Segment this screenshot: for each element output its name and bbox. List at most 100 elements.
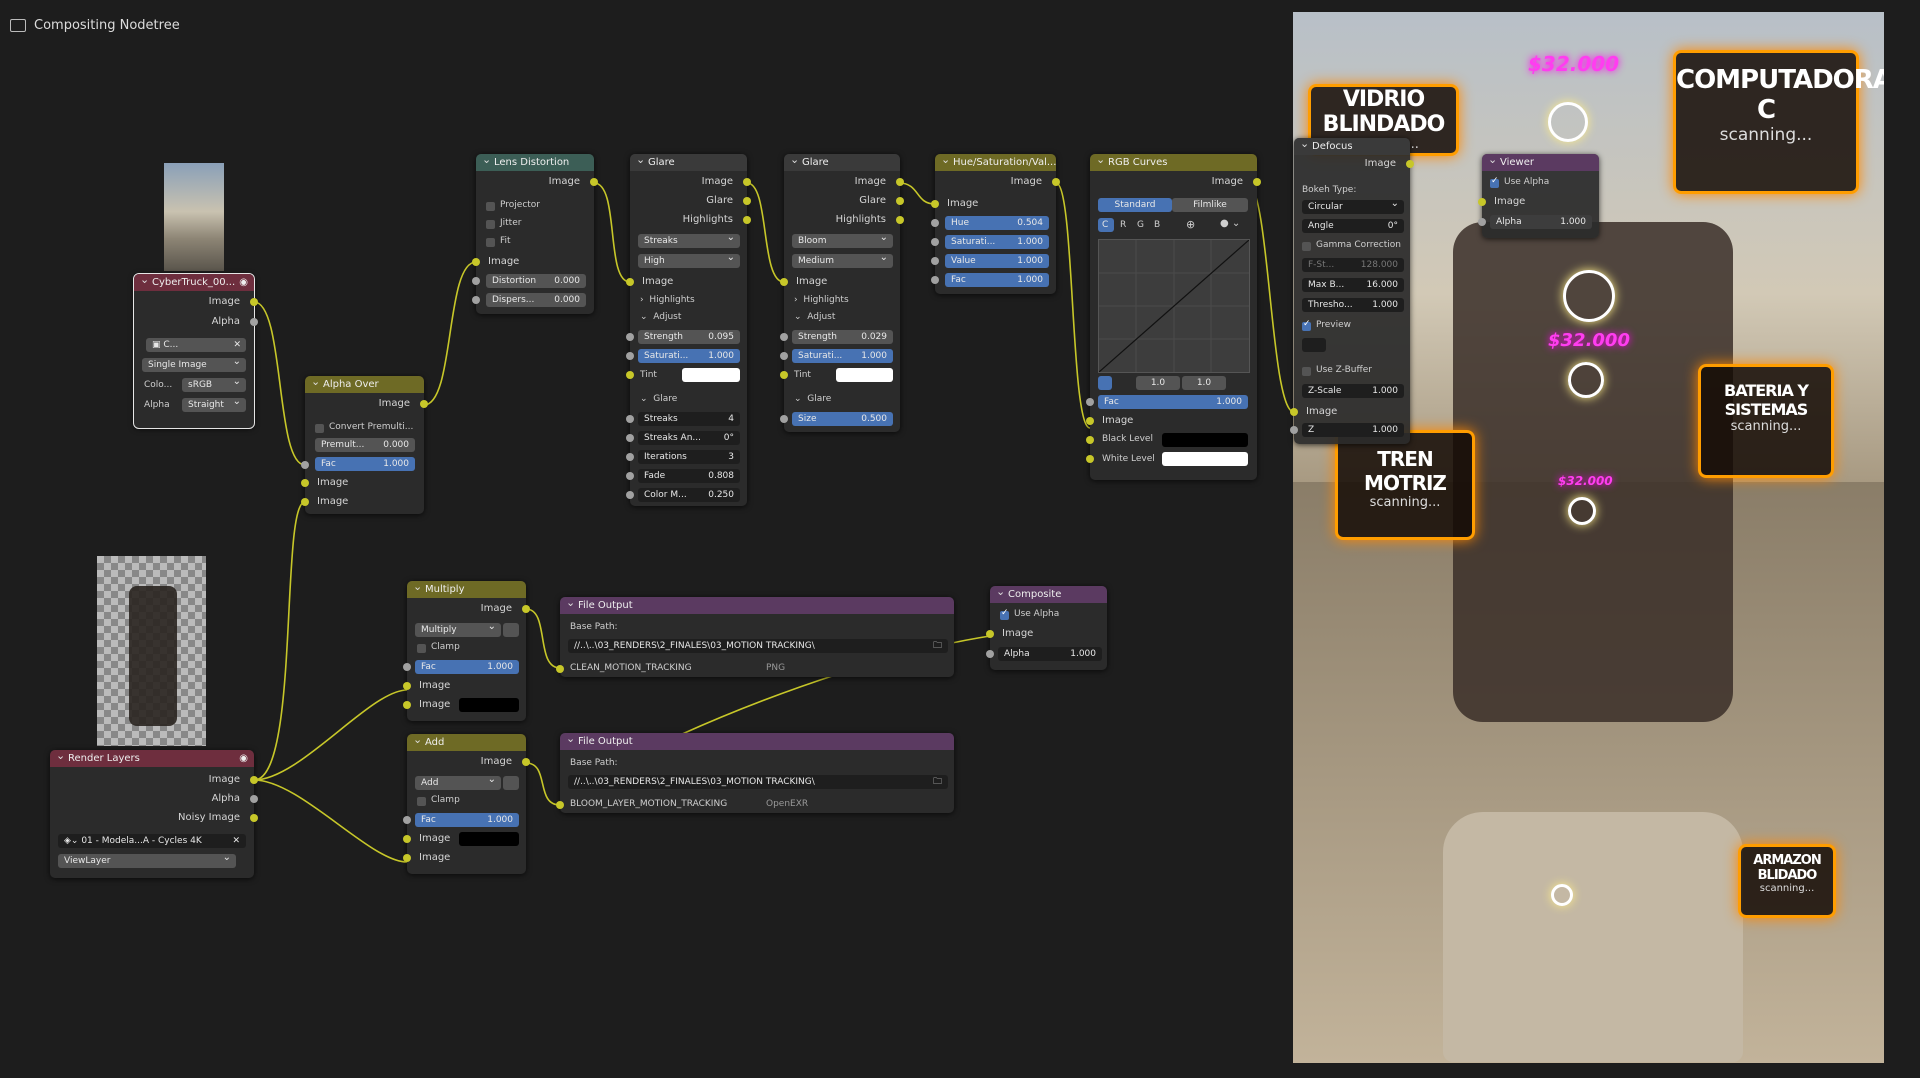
y-field[interactable]: 1.0 (1182, 376, 1226, 390)
node-render-layers[interactable]: Render Layers ◉ Image Alpha Noisy Image ◈… (50, 747, 258, 878)
output-socket[interactable] (250, 814, 258, 822)
output-socket[interactable] (590, 178, 598, 186)
source-dropdown[interactable]: Single Image (142, 355, 246, 372)
input-socket[interactable] (301, 461, 309, 469)
input-socket[interactable] (626, 371, 634, 379)
tab-standard[interactable]: Standard (1098, 198, 1172, 212)
node-glare-bloom[interactable]: Glare Image Glare Highlights Bloom Mediu… (780, 151, 904, 432)
input-socket[interactable] (780, 415, 788, 423)
strength-field[interactable]: Strength 0.029 (792, 330, 893, 344)
angle-field[interactable]: Angle 0° (1302, 219, 1404, 233)
clamp-checkbox[interactable] (417, 797, 426, 806)
eye-icon[interactable]: ◉ (239, 750, 248, 767)
input-socket[interactable] (986, 630, 994, 638)
node-file-output-clean[interactable]: File Output Base Path: //..\..\03_RENDER… (556, 594, 954, 677)
white-level-color[interactable] (1162, 452, 1248, 466)
output-socket[interactable] (250, 795, 258, 803)
input-socket[interactable] (1086, 417, 1094, 425)
base-path-field[interactable]: //..\..\03_RENDERS\2_FINALES\03_MOTION T… (568, 639, 948, 653)
output-socket[interactable] (1052, 178, 1060, 186)
output-socket[interactable] (896, 216, 904, 224)
image-color[interactable] (459, 698, 519, 712)
input-socket[interactable] (626, 472, 634, 480)
alpha-toggle-icon[interactable] (503, 776, 519, 790)
node-add[interactable]: Add Image Add Clamp Fac1.000 Image Image (403, 731, 530, 874)
output-socket[interactable] (250, 298, 258, 306)
output-socket[interactable] (522, 758, 530, 766)
quality-dropdown[interactable]: Medium (792, 251, 893, 268)
alpha-field[interactable]: Alpha 1.000 (1490, 215, 1592, 229)
curve-tools-icon[interactable]: ● ⌄ (1220, 218, 1240, 229)
value-field[interactable]: Value 1.000 (945, 254, 1049, 268)
input-socket[interactable] (931, 200, 939, 208)
base-path-field[interactable]: //..\..\03_RENDERS\2_FINALES\03_MOTION T… (568, 775, 948, 789)
fstop-field[interactable]: F-St... 128.000 (1302, 258, 1404, 272)
threshold-field[interactable]: Thresho... 1.000 (1302, 298, 1404, 312)
output-socket[interactable] (250, 776, 258, 784)
clamp-checkbox[interactable] (417, 644, 426, 653)
input-socket[interactable] (403, 835, 411, 843)
fac-field[interactable]: Fac 1.000 (945, 273, 1049, 287)
output-socket[interactable] (522, 605, 530, 613)
node-file-output-bloom[interactable]: File Output Base Path: //..\..\03_RENDER… (556, 730, 954, 813)
input-socket[interactable] (626, 352, 634, 360)
output-socket[interactable] (743, 216, 751, 224)
jitter-checkbox[interactable] (486, 220, 495, 229)
curve-graph[interactable] (1098, 239, 1250, 373)
image-datablock[interactable]: ▣ C... ✕ (146, 338, 246, 352)
node-rgb-curves[interactable]: RGB Curves Image Standard Filmlike C R G… (1086, 151, 1261, 480)
input-socket[interactable] (986, 650, 994, 658)
input-socket[interactable] (931, 219, 939, 227)
premul-field[interactable]: Premult... 0.000 (315, 438, 415, 452)
input-socket[interactable] (1086, 398, 1094, 406)
size-field[interactable]: Size 0.500 (792, 412, 893, 426)
input-socket[interactable] (1290, 426, 1298, 434)
input-socket[interactable] (931, 238, 939, 246)
fade-field[interactable]: Fade 0.808 (638, 469, 740, 483)
colorspace-dropdown[interactable]: sRGB (182, 375, 246, 392)
zoom-icon[interactable]: ⊕ (1186, 218, 1195, 231)
quality-dropdown[interactable]: High (638, 251, 740, 268)
use-alpha-checkbox[interactable] (1490, 176, 1499, 188)
input-socket[interactable] (626, 434, 634, 442)
view-layer-dropdown[interactable]: ViewLayer (58, 851, 236, 868)
input-socket[interactable] (931, 257, 939, 265)
node-defocus[interactable]: Defocus Image Bokeh Type: Circular Angle… (1290, 135, 1414, 444)
zscale-field[interactable]: Z-Scale 1.000 (1302, 384, 1404, 398)
input-socket[interactable] (626, 491, 634, 499)
fac-field[interactable]: Fac 1.000 (415, 660, 519, 674)
distortion-field[interactable]: Distortion 0.000 (486, 274, 586, 288)
scene-selector[interactable]: ◈⌄ 01 - Modela...A - Cycles 4K ✕ (58, 834, 246, 848)
output-socket[interactable] (420, 400, 428, 408)
streaks-field[interactable]: Streaks 4 (638, 412, 740, 426)
node-hue-saturation[interactable]: Hue/Saturation/Val... Image Image Hue0.5… (931, 151, 1060, 294)
color-mod-field[interactable]: Color M... 0.250 (638, 488, 740, 502)
input-socket[interactable] (780, 371, 788, 379)
input-socket[interactable] (1086, 455, 1094, 463)
convert-checkbox[interactable] (315, 424, 324, 433)
panel-highlights[interactable]: › Highlights (640, 295, 695, 305)
input-socket[interactable] (403, 854, 411, 862)
alpha-toggle-icon[interactable] (503, 623, 519, 637)
use-alpha-checkbox[interactable] (1000, 608, 1009, 620)
folder-icon[interactable]: 🗀 (933, 639, 942, 653)
z-field[interactable]: Z 1.000 (1302, 423, 1404, 437)
image-color[interactable] (459, 832, 519, 846)
input-socket[interactable] (556, 665, 564, 673)
input-socket[interactable] (301, 498, 309, 506)
scene-icon[interactable] (1302, 338, 1326, 352)
output-socket[interactable] (896, 197, 904, 205)
input-socket[interactable] (472, 296, 480, 304)
fac-field[interactable]: Fac 1.000 (315, 457, 415, 471)
input-socket[interactable] (1478, 198, 1486, 206)
panel-adjust[interactable]: ⌄ Adjust (640, 312, 681, 322)
panel-glare[interactable]: ⌄ Glare (794, 394, 831, 404)
input-socket[interactable] (472, 277, 480, 285)
channel-g[interactable]: G (1137, 220, 1144, 230)
zbuffer-checkbox[interactable] (1302, 367, 1311, 376)
alpha-field[interactable]: Alpha 1.000 (998, 647, 1102, 661)
input-socket[interactable] (403, 682, 411, 690)
fac-field[interactable]: Fac 1.000 (1098, 395, 1248, 409)
eye-icon[interactable]: ◉ (239, 274, 248, 291)
tint-color[interactable] (836, 368, 893, 382)
